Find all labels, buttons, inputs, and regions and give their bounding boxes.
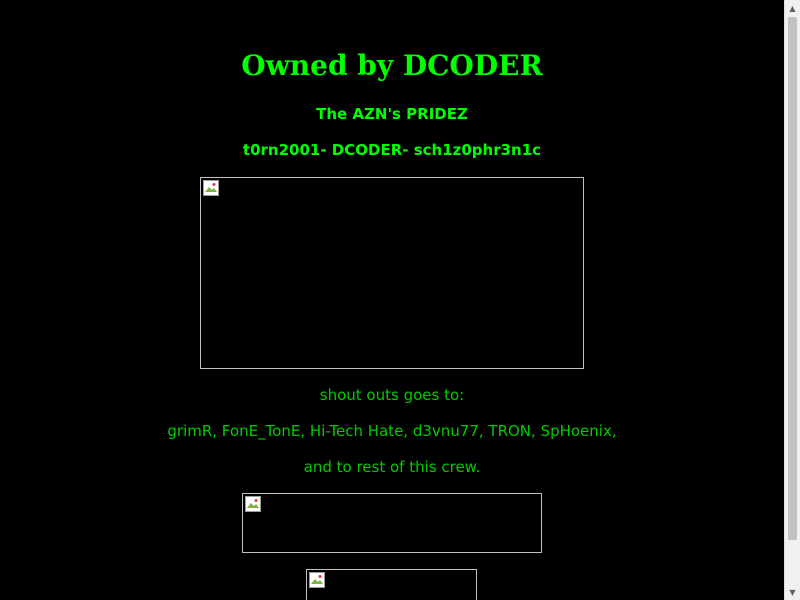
shoutouts-outro: and to rest of this crew.: [303, 458, 481, 476]
broken-image-2: [242, 493, 542, 553]
shoutouts-intro: shout outs goes to:: [319, 386, 465, 404]
broken-image-icon: [245, 496, 261, 512]
broken-image-1: [200, 177, 584, 369]
chevron-down-icon[interactable]: ▼: [785, 584, 800, 600]
page-content: Owned by DCODER The AZN's PRIDEZ t0rn200…: [0, 0, 784, 600]
broken-image-icon: [203, 180, 219, 196]
crew-name: The AZN's PRIDEZ: [316, 105, 468, 123]
vertical-scrollbar[interactable]: ▲ ▼: [784, 0, 800, 600]
scrollbar-thumb[interactable]: [788, 17, 797, 540]
members-list: t0rn2001- DCODER- sch1z0phr3n1c: [242, 141, 542, 159]
shoutouts-names: grimR, FonE_TonE, Hi-Tech Hate, d3vnu77,…: [167, 422, 617, 440]
page-title: Owned by DCODER: [241, 49, 543, 82]
broken-image-3: [306, 569, 477, 600]
broken-image-icon: [309, 572, 325, 588]
chevron-up-icon[interactable]: ▲: [785, 0, 800, 16]
